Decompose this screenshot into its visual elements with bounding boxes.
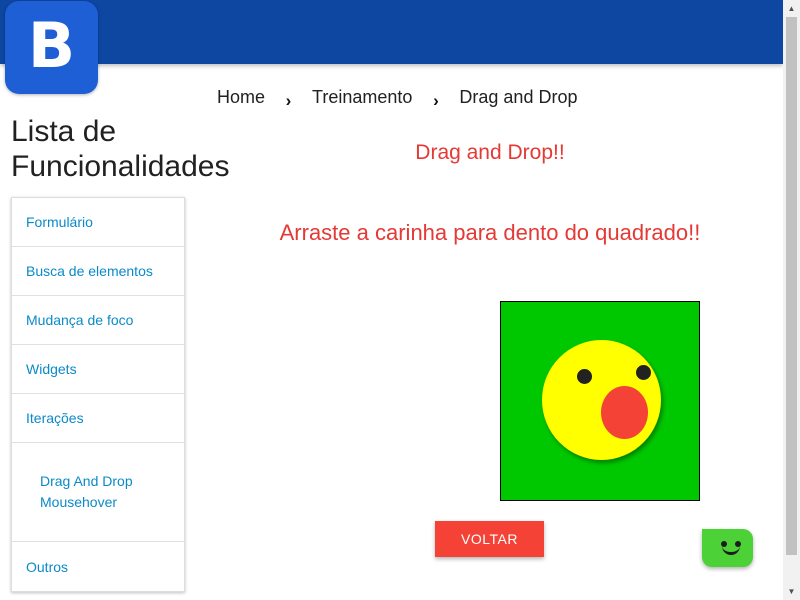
drop-target-box[interactable] — [500, 301, 700, 501]
voltar-button[interactable]: VOLTAR — [435, 521, 544, 557]
sidebar-item-iteracoes[interactable]: Iterações — [12, 394, 184, 443]
sidebar-menu: Formulário Busca de elementos Mudança de… — [11, 197, 185, 592]
breadcrumb-home[interactable]: Home — [217, 87, 265, 108]
sidebar-item-outros[interactable]: Outros — [12, 542, 184, 591]
sidebar-subitem-mousehover[interactable]: Mousehover — [40, 492, 184, 513]
b-logo-icon[interactable]: B — [5, 1, 98, 94]
sidebar-submenu-iteracoes: Drag And Drop Mousehover — [12, 443, 184, 542]
smiley-mouth — [601, 386, 648, 439]
top-navbar — [0, 0, 783, 64]
smiley-right-eye — [636, 365, 651, 380]
page-heading: Drag and Drop!! — [415, 141, 565, 164]
scrollbar-thumb[interactable] — [786, 17, 797, 555]
breadcrumb: Home › Treinamento › Drag and Drop — [217, 85, 577, 111]
draggable-smiley-face[interactable] — [542, 340, 661, 460]
page: B Home › Treinamento › Drag and Drop Lis… — [0, 0, 800, 600]
instruction-text: Arraste a carinha para dento do quadrado… — [279, 220, 701, 245]
sidebar-subitem-drag-and-drop[interactable]: Drag And Drop — [40, 471, 184, 492]
sidebar-item-widgets[interactable]: Widgets — [12, 345, 184, 394]
chat-bot-smile — [722, 546, 740, 555]
sidebar-item-formulario[interactable]: Formulário — [12, 198, 184, 247]
chevron-right-icon: › — [433, 91, 439, 110]
breadcrumb-drag-and-drop[interactable]: Drag and Drop — [459, 87, 577, 108]
chevron-right-icon: › — [285, 91, 292, 110]
vertical-scrollbar[interactable]: ▲ ▼ — [783, 0, 800, 600]
logo-letter: B — [27, 8, 76, 82]
sidebar-item-busca-de-elementos[interactable]: Busca de elementos — [12, 247, 184, 296]
breadcrumb-treinamento[interactable]: Treinamento — [312, 87, 412, 108]
sidebar-item-mudanca-de-foco[interactable]: Mudança de foco — [12, 296, 184, 345]
scroll-down-arrow-icon[interactable]: ▼ — [783, 583, 800, 600]
scroll-up-arrow-icon[interactable]: ▲ — [783, 0, 800, 17]
smiley-left-eye — [577, 369, 592, 384]
chat-bot-icon[interactable] — [702, 529, 753, 567]
